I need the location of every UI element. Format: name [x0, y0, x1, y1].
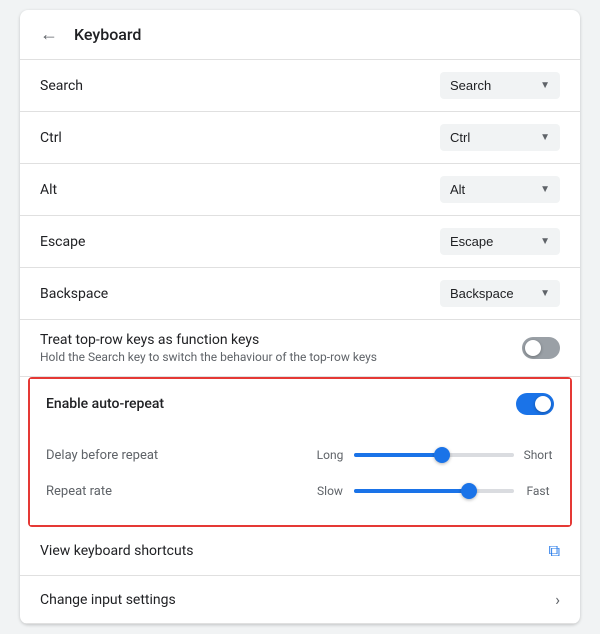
chevron-down-icon: ▼ [540, 184, 550, 195]
function-keys-title: Treat top-row keys as function keys [40, 332, 522, 348]
backspace-dropdown[interactable]: Backspace ▼ [440, 280, 560, 307]
delay-row: Delay before repeat Long Short [46, 437, 554, 473]
delay-thumb [434, 447, 450, 463]
toggle-thumb [525, 340, 541, 356]
ctrl-label: Ctrl [40, 130, 62, 146]
search-label: Search [40, 78, 83, 94]
auto-repeat-label: Enable auto-repeat [46, 396, 164, 412]
backspace-row: Backspace Backspace ▼ [20, 268, 580, 320]
input-settings-label: Change input settings [40, 592, 176, 608]
rate-fill [354, 489, 469, 493]
page-title: Keyboard [74, 25, 141, 44]
keyboard-shortcuts-row[interactable]: View keyboard shortcuts ⧉ [20, 527, 580, 576]
auto-repeat-header: Enable auto-repeat [30, 379, 570, 429]
auto-repeat-body: Delay before repeat Long Short Repeat ra… [30, 429, 570, 525]
rate-fast-label: Fast [522, 484, 554, 498]
rate-row: Repeat rate Slow Fast [46, 473, 554, 509]
function-keys-row: Treat top-row keys as function keys Hold… [20, 320, 580, 377]
rate-label: Repeat rate [46, 484, 176, 499]
escape-dropdown[interactable]: Escape ▼ [440, 228, 560, 255]
chevron-down-icon: ▼ [540, 80, 550, 91]
function-keys-toggle[interactable] [522, 337, 560, 359]
keyboard-rows: Search Search ▼ Ctrl Ctrl ▼ Alt Alt ▼ Es… [20, 60, 580, 320]
function-keys-subtitle: Hold the Search key to switch the behavi… [40, 350, 522, 364]
backspace-label: Backspace [40, 286, 108, 302]
settings-card: ← Keyboard Search Search ▼ Ctrl Ctrl ▼ A… [20, 10, 580, 624]
rate-slider-container: Slow Fast [176, 481, 554, 501]
function-keys-text: Treat top-row keys as function keys Hold… [40, 332, 522, 364]
delay-label: Delay before repeat [46, 448, 176, 463]
toggle-track[interactable] [522, 337, 560, 359]
escape-row: Escape Escape ▼ [20, 216, 580, 268]
chevron-right-icon: › [555, 590, 560, 609]
alt-row: Alt Alt ▼ [20, 164, 580, 216]
delay-slider-container: Long Short [176, 445, 554, 465]
back-button[interactable]: ← [40, 24, 58, 45]
chevron-down-icon: ▼ [540, 288, 550, 299]
auto-repeat-section: Enable auto-repeat Delay before repeat L… [28, 377, 572, 527]
delay-short-label: Short [522, 448, 554, 462]
external-link-icon: ⧉ [549, 541, 560, 561]
auto-repeat-toggle[interactable] [516, 393, 554, 415]
toggle-track-on[interactable] [516, 393, 554, 415]
delay-fill [354, 453, 442, 457]
ctrl-dropdown[interactable]: Ctrl ▼ [440, 124, 560, 151]
rate-thumb [461, 483, 477, 499]
rate-track [354, 489, 514, 493]
chevron-down-icon: ▼ [540, 236, 550, 247]
search-dropdown[interactable]: Search ▼ [440, 72, 560, 99]
escape-label: Escape [40, 234, 85, 250]
rate-slow-label: Slow [314, 484, 346, 498]
header: ← Keyboard [20, 10, 580, 60]
chevron-down-icon: ▼ [540, 132, 550, 143]
keyboard-shortcuts-label: View keyboard shortcuts [40, 543, 194, 559]
delay-track [354, 453, 514, 457]
input-settings-row[interactable]: Change input settings › [20, 576, 580, 624]
rate-slider[interactable] [354, 481, 514, 501]
search-row: Search Search ▼ [20, 60, 580, 112]
delay-slider[interactable] [354, 445, 514, 465]
toggle-thumb [535, 396, 551, 412]
alt-dropdown[interactable]: Alt ▼ [440, 176, 560, 203]
ctrl-row: Ctrl Ctrl ▼ [20, 112, 580, 164]
alt-label: Alt [40, 182, 57, 198]
delay-long-label: Long [314, 448, 346, 462]
